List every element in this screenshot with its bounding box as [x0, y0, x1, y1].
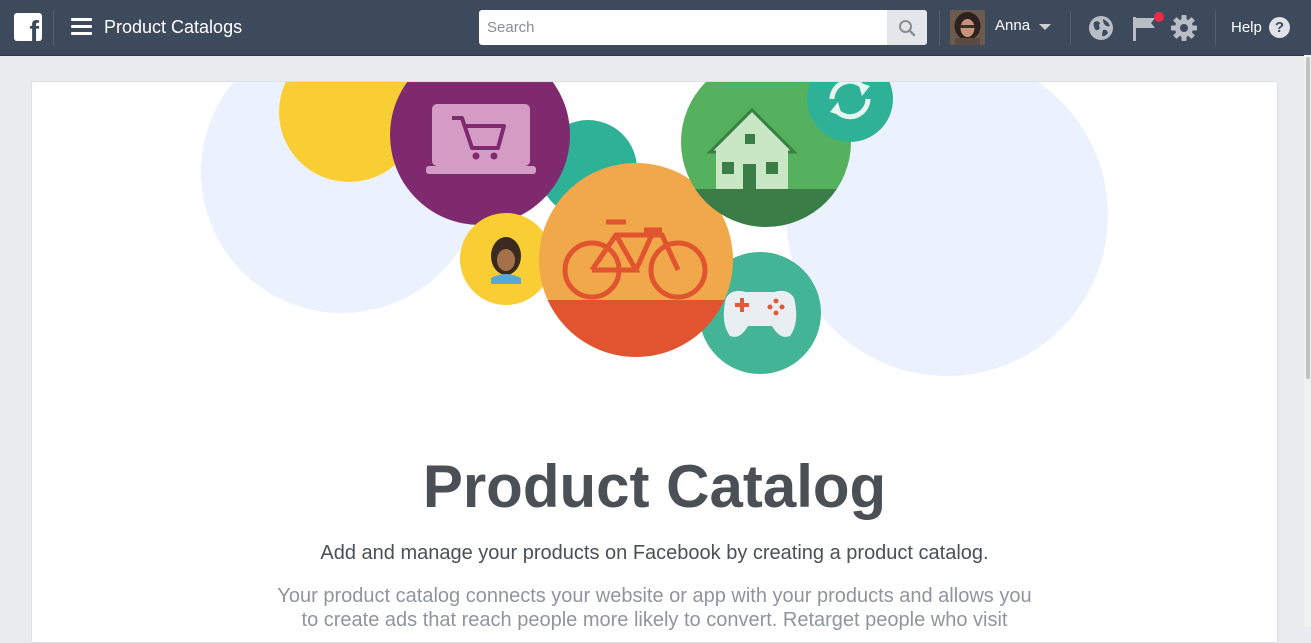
help-link[interactable]: Help — [1231, 19, 1262, 37]
menu-icon[interactable] — [71, 18, 92, 36]
hero-illustration — [201, 82, 1108, 376]
search-icon — [899, 19, 916, 36]
scrollbar-thumb[interactable] — [1306, 57, 1310, 379]
product-catalog-card: Product Catalog Add and manage your prod… — [31, 81, 1278, 643]
divider — [1070, 11, 1071, 45]
gear-icon[interactable] — [1169, 13, 1199, 43]
page-scrollbar[interactable] — [1304, 55, 1311, 627]
top-navigation-bar: f Product Catalogs Anna — [0, 0, 1311, 56]
help-icon[interactable]: ? — [1269, 17, 1290, 38]
search-input[interactable] — [479, 10, 879, 45]
divider — [53, 11, 54, 45]
notification-badge — [1154, 12, 1164, 22]
chevron-down-icon[interactable] — [1039, 24, 1051, 30]
page-title: Product Catalogs — [104, 17, 243, 37]
page-heading: Product Catalog — [422, 453, 887, 520]
subheading: Add and manage your products on Facebook… — [320, 542, 989, 564]
avatar[interactable] — [950, 10, 985, 45]
divider — [939, 11, 940, 45]
search-box — [479, 10, 927, 45]
avatar-image — [950, 10, 985, 45]
facebook-logo[interactable]: f — [14, 13, 42, 41]
user-name[interactable]: Anna — [995, 17, 1030, 35]
globe-icon[interactable] — [1086, 13, 1116, 43]
person-icon — [460, 213, 552, 305]
search-button[interactable] — [887, 10, 927, 45]
facebook-logo-letter: f — [29, 16, 39, 42]
divider — [1215, 11, 1216, 45]
description: Your product catalog connects your websi… — [277, 585, 1032, 631]
